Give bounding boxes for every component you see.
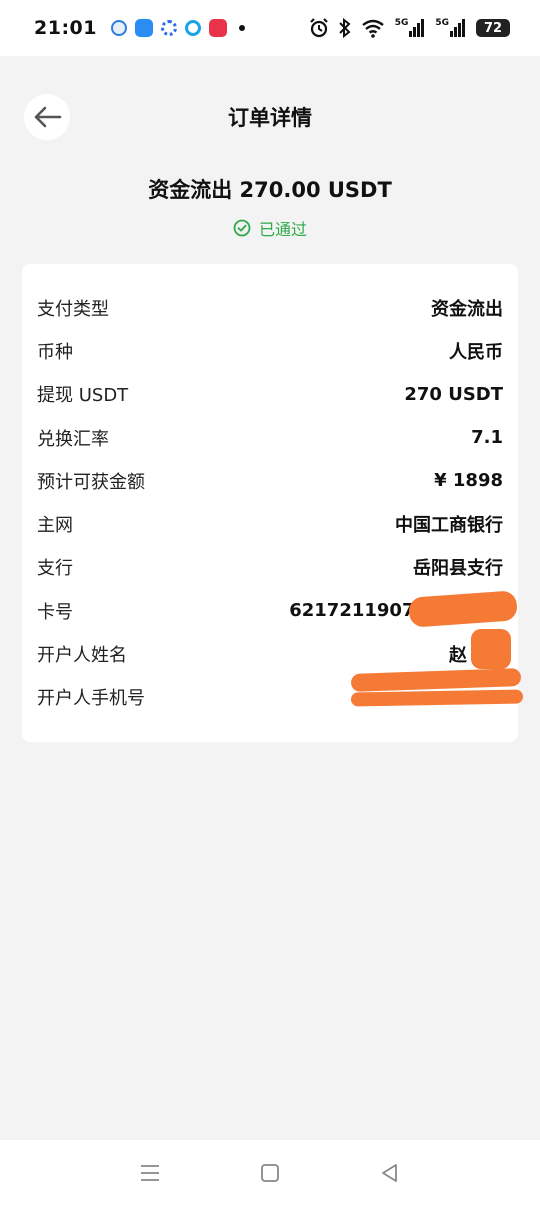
back-nav-button[interactable] [370,1153,410,1193]
check-circle-icon [233,219,251,237]
detail-value: 270 USDT [404,383,503,405]
detail-row-account-phone: 开户人手机号 [37,668,524,719]
system-icons: 5G 5G 72 [309,18,510,38]
detail-row-withdraw-usdt: 提现 USDT 270 USDT [37,373,503,416]
detail-row-currency: 币种 人民币 [37,329,503,372]
detail-label: 开户人姓名 [37,645,127,667]
more-notifications-dot [238,25,245,31]
status-bar: 21:01 5G 5G 72 [0,0,540,56]
cell-signal-icon: 5G [435,19,466,37]
detail-row-estimated-amount: 预计可获金额 ¥ 1898 [37,459,503,502]
detail-value: 62172119070 [289,590,518,628]
app-notification-icon [184,20,201,36]
detail-label: 提现 USDT [37,385,129,407]
detail-row-exchange-rate: 兑换汇率 7.1 [37,416,503,459]
detail-label: 预计可获金额 [37,471,145,493]
bluetooth-icon [338,18,351,38]
detail-value [350,668,524,709]
status-time: 21:01 [34,17,97,39]
cell-signal-icon: 5G [395,19,426,37]
detail-label: 币种 [37,341,73,363]
redaction-mark [471,629,511,670]
detail-value: 赵 [449,629,511,670]
detail-row-account-name: 开户人姓名 赵 [37,629,511,675]
detail-value: 资金流出 [431,298,503,320]
triangle-back-icon [382,1164,397,1182]
detail-label: 开户人手机号 [37,688,145,710]
detail-row-network: 主网 中国工商银行 [37,502,503,545]
menu-icon [141,1165,159,1181]
summary-amount: 资金流出 270.00 USDT [148,178,392,202]
order-details-card: 支付类型 资金流出 币种 人民币 提现 USDT 270 USDT 兑换汇率 7… [22,264,524,742]
notification-icons [110,19,245,37]
square-icon [261,1164,279,1182]
page-title: 订单详情 [228,106,312,130]
system-navigation-bar [0,1140,540,1206]
detail-row-card-number: 卡号 62172119070 [37,589,518,632]
app-notification-icon [134,19,153,37]
redaction-mark [408,590,518,628]
detail-row-branch: 支行 岳阳县支行 [37,546,503,589]
app-notification-icon [110,20,127,36]
menu-nav-button[interactable] [130,1153,170,1193]
home-nav-button[interactable] [250,1153,290,1193]
detail-value: 岳阳县支行 [413,558,503,580]
detail-label: 支行 [37,558,73,580]
detail-label: 卡号 [37,601,73,623]
wifi-icon [361,19,384,38]
detail-label: 主网 [37,515,73,537]
app-notification-icon [208,19,227,37]
detail-value: 中国工商银行 [395,515,503,537]
battery-icon: 72 [476,19,510,37]
detail-label: 支付类型 [37,298,109,320]
alarm-icon [309,18,328,38]
baidu-notification-icon [160,20,177,36]
status-text: 已通过 [258,220,307,239]
detail-label: 兑换汇率 [37,428,109,450]
status-badge: 已通过 [0,216,540,240]
detail-value: 7.1 [471,427,503,449]
detail-row-payment-type: 支付类型 资金流出 [37,286,503,329]
redaction-mark [350,689,524,707]
detail-value: 人民币 [449,341,503,363]
detail-value: ¥ 1898 [434,470,503,492]
